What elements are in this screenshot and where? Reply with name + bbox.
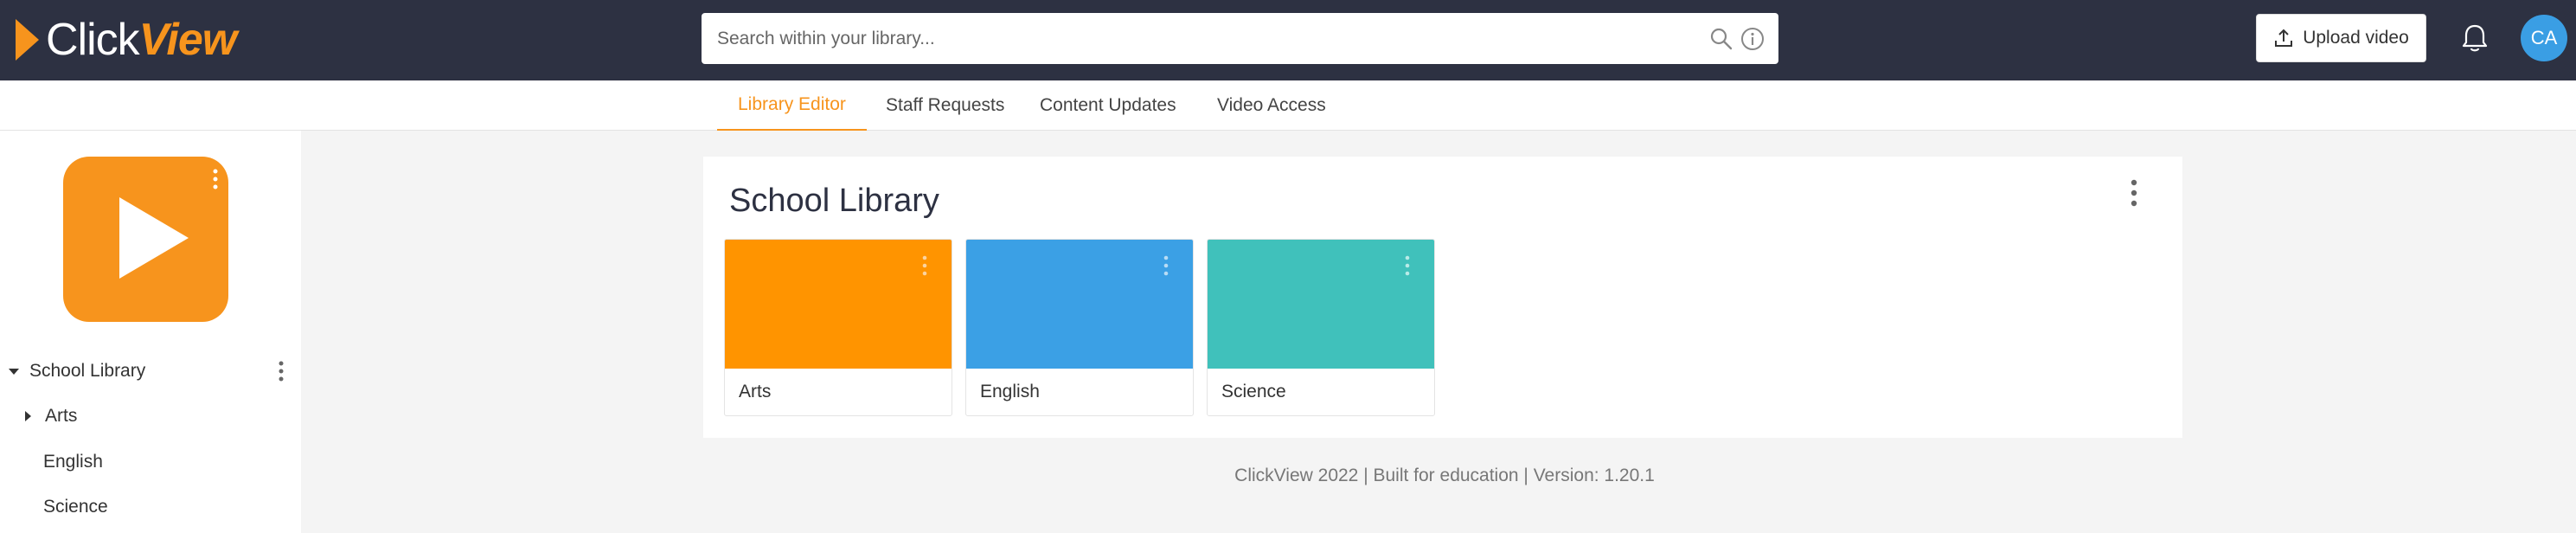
tab-library-editor[interactable]: Library Editor — [717, 80, 867, 131]
sidebar-item-science[interactable]: Science — [0, 490, 301, 524]
folder-card-arts[interactable]: Arts — [724, 239, 952, 416]
sidebar-item-label: School Library — [29, 361, 146, 381]
card-cover — [725, 240, 952, 369]
logo-view-text: View — [138, 15, 238, 65]
kebab-menu-icon[interactable] — [1163, 255, 1169, 276]
card-cover — [1208, 240, 1434, 369]
sidebar-item-label: Arts — [45, 406, 78, 426]
search-icon[interactable] — [1709, 27, 1733, 51]
sidebar-item-school-library[interactable]: School Library — [0, 354, 301, 389]
card-label: Arts — [739, 382, 772, 401]
footer-text: ClickView 2022 | Built for education | V… — [1234, 466, 1655, 485]
logo-play-icon — [16, 19, 39, 61]
clickview-logo[interactable]: ClickView — [16, 14, 238, 66]
caret-right-icon[interactable] — [25, 411, 31, 421]
kebab-menu-icon[interactable] — [279, 361, 284, 382]
search-bar — [702, 13, 1778, 64]
tabs-bar: Library Editor Staff Requests Content Up… — [0, 80, 2576, 131]
kebab-menu-icon[interactable] — [2131, 179, 2137, 207]
search-input[interactable] — [717, 28, 1651, 49]
folder-card-english[interactable]: English — [965, 239, 1194, 416]
tab-staff-requests[interactable]: Staff Requests — [865, 80, 1025, 131]
logo-click-text: Click — [46, 15, 140, 65]
card-cover — [966, 240, 1193, 369]
kebab-menu-icon[interactable] — [1405, 255, 1410, 276]
caret-down-icon[interactable] — [9, 368, 19, 375]
info-icon[interactable] — [1740, 27, 1765, 51]
library-panel: School Library Arts English Science — [703, 157, 2182, 438]
top-bar: ClickView Upload video CA — [0, 0, 2576, 80]
library-thumbnail[interactable] — [63, 157, 228, 322]
page-title: School Library — [729, 183, 939, 219]
notification-bell-icon[interactable] — [2460, 22, 2489, 54]
upload-video-label: Upload video — [2303, 28, 2409, 48]
folder-card-science[interactable]: Science — [1207, 239, 1435, 416]
kebab-menu-icon[interactable] — [922, 255, 927, 276]
user-avatar[interactable]: CA — [2521, 15, 2567, 61]
kebab-menu-icon[interactable] — [213, 169, 218, 189]
play-icon — [119, 197, 189, 279]
tab-content-updates[interactable]: Content Updates — [1019, 80, 1197, 131]
upload-video-button[interactable]: Upload video — [2256, 14, 2426, 62]
card-label: English — [980, 382, 1040, 401]
card-label: Science — [1221, 382, 1286, 401]
tab-video-access[interactable]: Video Access — [1196, 80, 1347, 131]
sidebar-item-label: Science — [43, 497, 108, 517]
sidebar-item-arts[interactable]: Arts — [0, 399, 301, 433]
upload-icon — [2275, 29, 2293, 47]
